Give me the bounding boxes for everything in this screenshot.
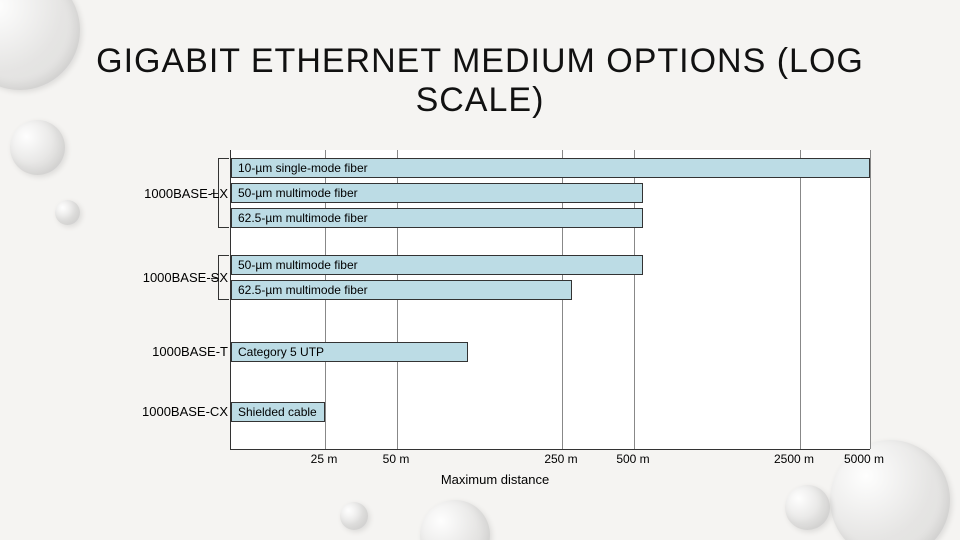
bar-sx-50um: 50-µm multimode fiber [231, 255, 643, 275]
gridline [870, 150, 871, 449]
bar-t-cat5: Category 5 UTP [231, 342, 468, 362]
xtick-500: 500 m [616, 452, 649, 466]
plot-area: 10-µm single-mode fiber 50-µm multimode … [230, 150, 870, 450]
ylabel-cx: 1000BASE-CX [142, 404, 228, 419]
x-axis-label: Maximum distance [120, 472, 870, 487]
decoration-bubble [10, 120, 65, 175]
decoration-bubble [420, 500, 490, 540]
page-title: GIGABIT ETHERNET MEDIUM OPTIONS (LOG SCA… [0, 42, 960, 120]
gridline [800, 150, 801, 449]
ylabel-t: 1000BASE-T [152, 344, 228, 359]
title-line2: SCALE) [416, 81, 545, 119]
bar-lx-50um: 50-µm multimode fiber [231, 183, 643, 203]
chart-container: 10-µm single-mode fiber 50-µm multimode … [120, 150, 880, 490]
ylabel-sx: 1000BASE-SX [143, 270, 228, 285]
xtick-5000: 5000 m [844, 452, 884, 466]
decoration-bubble [340, 502, 368, 530]
bar-sx-62um: 62.5-µm multimode fiber [231, 280, 572, 300]
xtick-250: 250 m [544, 452, 577, 466]
xtick-2500: 2500 m [774, 452, 814, 466]
bar-lx-62um: 62.5-µm multimode fiber [231, 208, 643, 228]
title-line1: GIGABIT ETHERNET MEDIUM OPTIONS (LOG [96, 42, 864, 80]
ylabel-lx: 1000BASE-LX [144, 186, 228, 201]
decoration-bubble [785, 485, 830, 530]
xtick-50: 50 m [383, 452, 410, 466]
xtick-25: 25 m [311, 452, 338, 466]
bar-lx-singlemode: 10-µm single-mode fiber [231, 158, 870, 178]
decoration-bubble [55, 200, 80, 225]
bar-cx-shielded: Shielded cable [231, 402, 325, 422]
